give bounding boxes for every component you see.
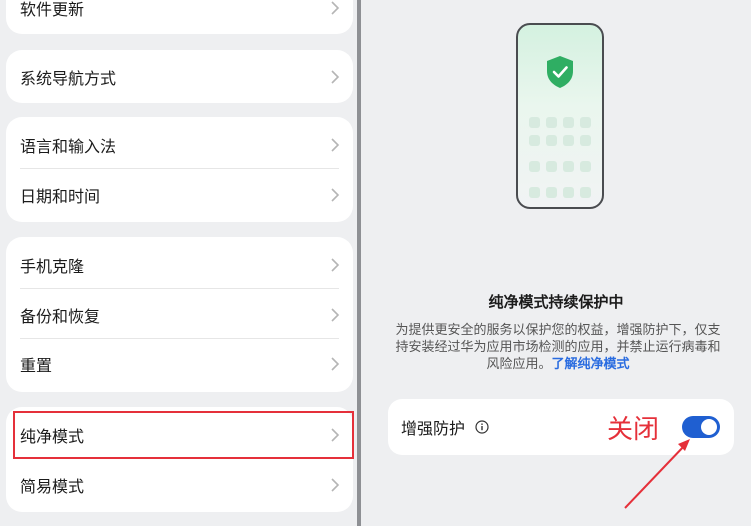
menu-item-label: 系统导航方式 (20, 70, 117, 88)
menu-item-label: 备份和恢复 (20, 308, 101, 326)
row-divider (20, 168, 339, 169)
highlight-box (13, 411, 354, 459)
chevron-right-icon (331, 477, 340, 492)
menu-item-label: 软件更新 (20, 1, 85, 19)
menu-item-system-navigation[interactable]: 系统导航方式 (6, 52, 353, 101)
row-divider (20, 288, 339, 289)
menu-item-language-input[interactable]: 语言和输入法 (6, 120, 353, 169)
menu-item-label: 日期和时间 (20, 188, 101, 206)
menu-item-software-update[interactable]: 软件更新 (6, 0, 353, 32)
menu-item-reset[interactable]: 重置 (6, 339, 353, 388)
menu-card-update: 软件更新 (6, 0, 353, 34)
menu-item-label: 简易模式 (20, 478, 85, 496)
menu-item-label: 重置 (20, 357, 53, 375)
menu-item-label: 语言和输入法 (20, 138, 117, 156)
menu-item-backup-restore[interactable]: 备份和恢复 (6, 290, 353, 339)
menu-card-language-time: 语言和输入法 日期和时间 (6, 117, 353, 222)
menu-item-date-time[interactable]: 日期和时间 (6, 170, 353, 219)
pure-mode-pane: 纯净模式持续保护中 为提供更安全的服务以保护您的权益，增强防护下，仅支持安装经过… (361, 0, 751, 526)
chevron-right-icon (331, 307, 340, 322)
chevron-right-icon (331, 69, 340, 84)
settings-list-pane: 软件更新 系统导航方式 语言和输入法 日期和时间 手机克隆 备份和恢复 重置 纯… (0, 0, 357, 526)
menu-item-label: 手机克隆 (20, 258, 85, 276)
menu-item-simple-mode[interactable]: 简易模式 (6, 460, 353, 509)
menu-item-phone-clone[interactable]: 手机克隆 (6, 240, 353, 289)
menu-card-clone-backup: 手机克隆 备份和恢复 重置 (6, 237, 353, 392)
chevron-right-icon (331, 356, 340, 371)
chevron-right-icon (331, 0, 340, 15)
chevron-right-icon (331, 187, 340, 202)
menu-card-navigation: 系统导航方式 (6, 50, 353, 103)
annotation-arrow (624, 439, 690, 509)
chevron-right-icon (331, 257, 340, 272)
chevron-right-icon (331, 137, 340, 152)
